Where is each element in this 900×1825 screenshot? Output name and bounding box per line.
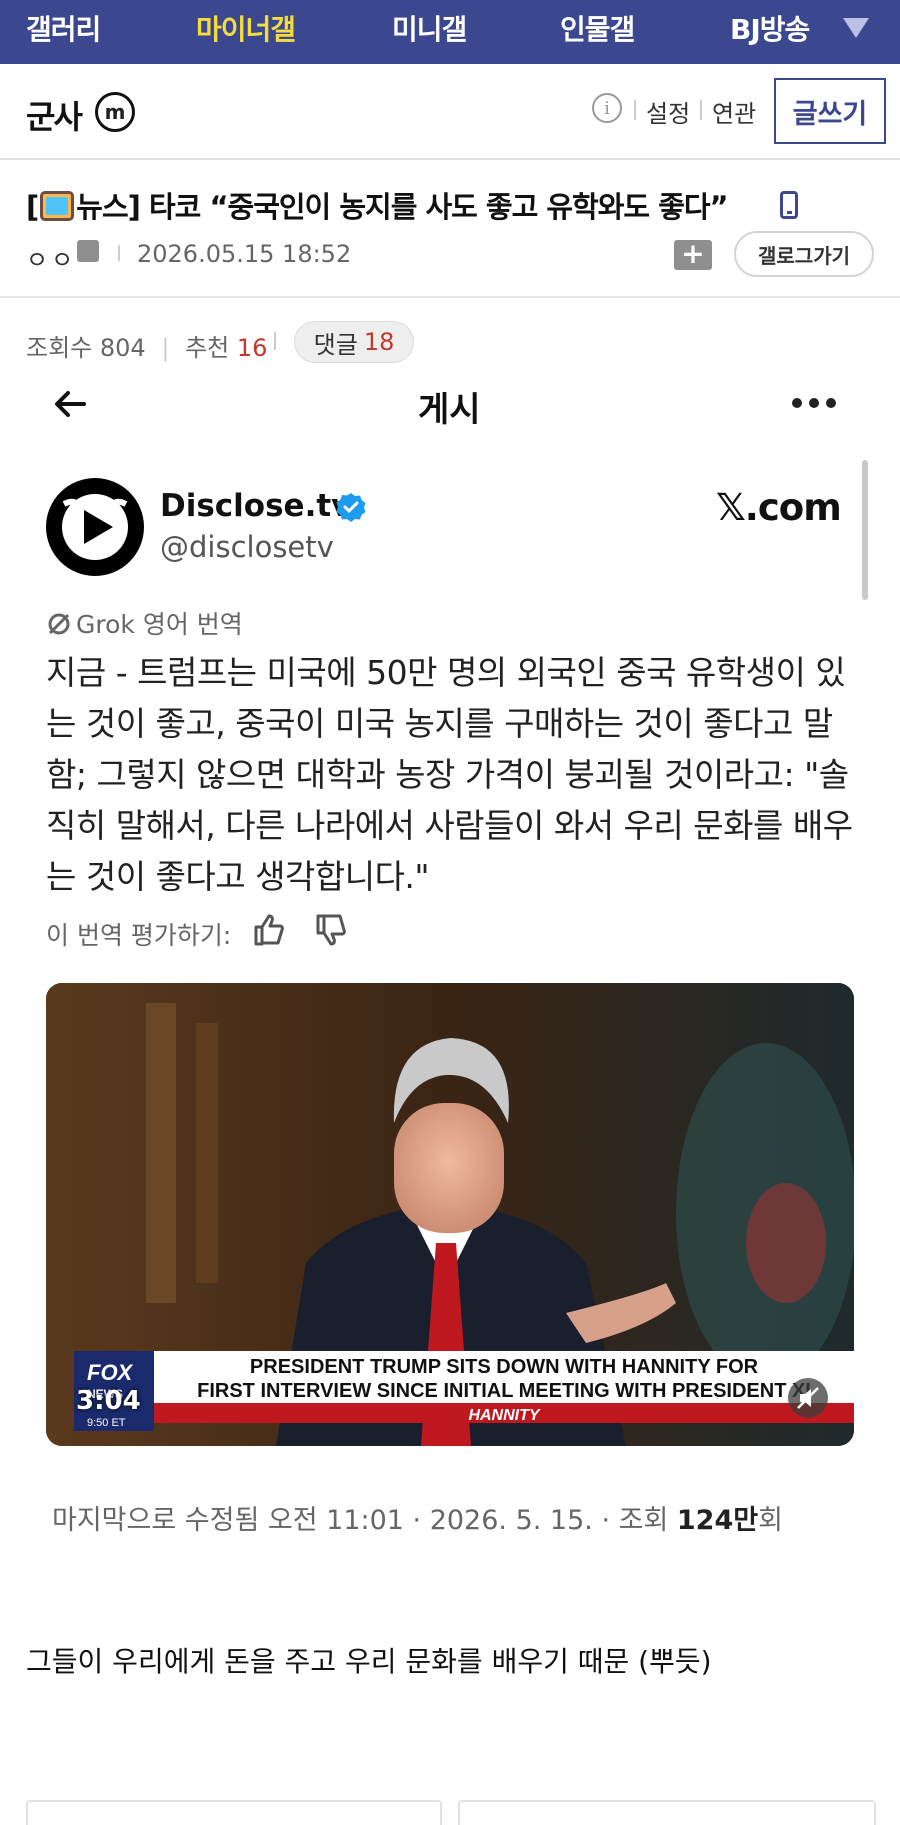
post-category: 뉴스] xyxy=(76,190,141,224)
divider xyxy=(118,245,120,261)
related-card[interactable] xyxy=(26,1800,442,1825)
triangle-down-icon[interactable] xyxy=(843,18,869,38)
svg-text:PRESIDENT TRUMP SITS DOWN WITH: PRESIDENT TRUMP SITS DOWN WITH HANNITY F… xyxy=(250,1356,759,1378)
info-icon[interactable]: i xyxy=(592,93,622,123)
section-divider xyxy=(0,296,900,298)
video-player[interactable]: FOX NEWS 9:50 ET PRESIDENT TRUMP SITS DO… xyxy=(46,983,854,1446)
avatar[interactable] xyxy=(46,478,144,576)
gallery-name[interactable]: 군사 xyxy=(26,92,83,138)
nav-item-mini-gallery[interactable]: 미니갤 xyxy=(392,8,467,48)
verified-badge-icon xyxy=(336,493,366,522)
scrollbar[interactable] xyxy=(862,460,868,600)
post-title-text: 타코 “중국인이 농지를 사도 좋고 유학와도 좋다” xyxy=(149,190,729,224)
minor-gallery-badge-icon: m xyxy=(95,92,135,132)
post-date: 2026.05.15 18:52 xyxy=(137,240,352,268)
comment-count-badge[interactable]: 댓글 18 xyxy=(294,321,414,363)
add-folder-icon[interactable]: + xyxy=(674,240,712,270)
gallog-button[interactable]: 갤로그가기 xyxy=(734,231,874,277)
grok-icon xyxy=(48,613,70,635)
svg-text:HANNITY: HANNITY xyxy=(468,1407,540,1424)
divider xyxy=(274,332,276,350)
mobile-phone-icon xyxy=(780,191,798,219)
video-duration: 3:04 xyxy=(76,1386,141,1416)
author-handle[interactable]: @disclosetv xyxy=(160,530,334,564)
divider xyxy=(700,100,702,120)
tweet-text: 지금 - 트럼프는 미국에 50만 명의 외국인 중국 유학생이 있는 것이 좋… xyxy=(46,653,853,896)
like-count: 16 xyxy=(236,334,268,362)
nav-item-gallery[interactable]: 갤러리 xyxy=(26,8,101,48)
embed-header-title: 게시 xyxy=(418,390,481,430)
related-link[interactable]: 연관 xyxy=(712,94,756,129)
tv-icon xyxy=(40,191,75,221)
author-name[interactable]: ㅇㅇ xyxy=(26,240,76,275)
x-site-label[interactable]: 𝕏.com xyxy=(716,486,842,529)
disclose-logo-icon xyxy=(62,494,128,560)
post-title: [뉴스] 타코 “중국인이 농지를 사도 좋고 유학와도 좋다” xyxy=(26,190,729,224)
comment-count: 18 xyxy=(363,328,395,356)
back-arrow-icon[interactable] xyxy=(48,382,92,426)
nav-item-bj-broadcast[interactable]: BJ방송 xyxy=(730,8,810,48)
top-nav: 갤러리 마이너갤 미니갤 인물갤 BJ방송 xyxy=(0,0,900,64)
fixed-nick-icon xyxy=(77,240,99,262)
thumbs-down-icon[interactable] xyxy=(314,912,348,948)
settings-link[interactable]: 설정 xyxy=(646,94,690,129)
mute-icon[interactable] xyxy=(788,1378,828,1418)
post-stats: 조회수 804 | 추천 16 xyxy=(26,334,268,362)
author-display-name[interactable]: Disclose.tv xyxy=(160,488,351,524)
embed-view-count: 124만 xyxy=(676,1505,759,1536)
video-thumbnail: FOX NEWS 9:50 ET PRESIDENT TRUMP SITS DO… xyxy=(46,983,854,1446)
divider xyxy=(634,100,636,120)
post-body-text: 그들이 우리에게 돈을 주고 우리 문화를 배우기 때문 (뿌듯) xyxy=(26,1645,712,1678)
nav-item-minor-gallery[interactable]: 마이너갤 xyxy=(196,8,296,48)
rate-translation-label: 이 번역 평가하기: xyxy=(46,921,232,950)
svg-text:9:50 ET: 9:50 ET xyxy=(87,1417,126,1429)
more-options-icon[interactable] xyxy=(792,398,836,410)
gallery-header xyxy=(0,64,900,160)
modified-info: 마지막으로 수정됨 오전 11:01 · 2026. 5. 15. · 조회 1… xyxy=(52,1505,783,1536)
related-card[interactable] xyxy=(458,1800,876,1825)
grok-translation-label: Grok 영어 번역 xyxy=(46,605,243,641)
svg-text:FIRST INTERVIEW SINCE INITIAL: FIRST INTERVIEW SINCE INITIAL MEETING WI… xyxy=(197,1380,811,1402)
write-button[interactable]: 글쓰기 xyxy=(774,78,886,144)
thumbs-up-icon[interactable] xyxy=(252,912,286,948)
nav-item-person-gallery[interactable]: 인물갤 xyxy=(560,8,635,48)
svg-text:FOX: FOX xyxy=(87,1360,134,1385)
view-count: 804 xyxy=(99,334,146,362)
